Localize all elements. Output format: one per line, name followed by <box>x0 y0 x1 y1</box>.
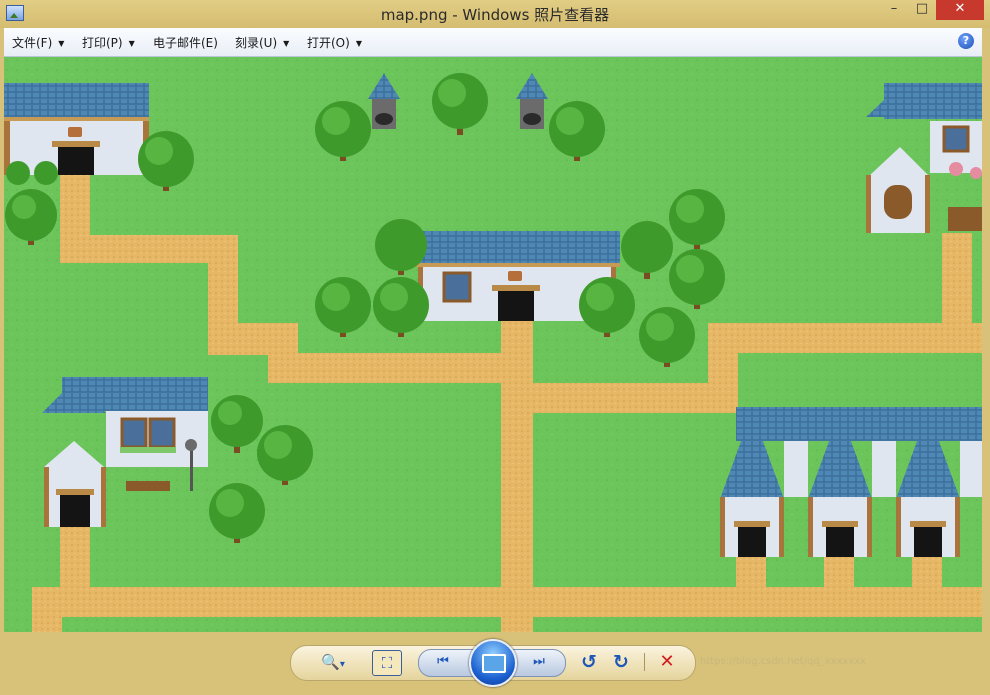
menu-burn-label: 刻录(U) <box>235 36 278 50</box>
previous-icon: ⏮ <box>437 654 449 669</box>
actual-size-icon: ⛶ <box>381 654 393 672</box>
help-icon[interactable]: ? <box>958 33 974 49</box>
chevron-down-icon: ▼ <box>283 39 290 48</box>
next-button[interactable]: ⏭ <box>524 650 554 674</box>
viewer-toolbar: 🔍▾ ⛶ ⏮ ⏭ ↺ ↻ ✕ https://blog.csdn.net/qq_… <box>0 633 990 695</box>
row-houses-bottom-right <box>720 407 982 557</box>
menu-file[interactable]: 文件(F) ▼ <box>12 34 64 51</box>
menu-email[interactable]: 电子邮件(E) <box>153 34 218 51</box>
zoom-button[interactable]: 🔍▾ <box>314 650 352 674</box>
delete-icon: ✕ <box>659 651 675 672</box>
menu-bar: 文件(F) ▼ 打印(P) ▼ 电子邮件(E) 刻录(U) ▼ 打开(O) ▼ ? <box>4 28 982 57</box>
watermark-text: https://blog.csdn.net/qq_xxxxxxx <box>700 656 867 667</box>
menu-file-label: 文件(F) <box>12 36 53 50</box>
menu-open[interactable]: 打开(O) ▼ <box>307 34 362 51</box>
chevron-down-icon: ▼ <box>128 39 135 48</box>
rotate-clockwise-icon: ↻ <box>613 651 629 673</box>
previous-button[interactable]: ⏮ <box>428 650 458 674</box>
menu-open-label: 打开(O) <box>307 36 350 50</box>
zoom-icon: 🔍 <box>321 653 340 671</box>
minimize-button[interactable]: – <box>880 0 908 20</box>
toolbar-divider <box>644 653 645 671</box>
slideshow-icon <box>482 654 506 673</box>
rotate-counterclockwise-icon: ↺ <box>581 651 597 673</box>
house-top-left <box>4 83 149 175</box>
next-icon: ⏭ <box>533 654 545 669</box>
rotate-counterclockwise-button[interactable]: ↺ <box>576 650 602 674</box>
menu-burn[interactable]: 刻录(U) ▼ <box>235 34 289 51</box>
actual-size-button[interactable]: ⛶ <box>372 650 402 676</box>
map-image <box>4 57 982 632</box>
maximize-button[interactable]: □ <box>908 0 936 20</box>
delete-button[interactable]: ✕ <box>654 650 680 674</box>
menu-email-label: 电子邮件(E) <box>153 36 218 50</box>
image-viewport <box>4 57 982 632</box>
title-bar: map.png - Windows 照片查看器 – □ ✕ <box>0 0 990 28</box>
chevron-down-icon: ▼ <box>58 39 65 48</box>
chevron-down-icon: ▼ <box>355 39 362 48</box>
chevron-down-icon: ▾ <box>339 659 345 670</box>
menu-print[interactable]: 打印(P) ▼ <box>82 34 135 51</box>
slideshow-button[interactable] <box>469 639 517 687</box>
close-button[interactable]: ✕ <box>936 0 984 20</box>
menu-print-label: 打印(P) <box>82 36 123 50</box>
window-title: map.png - Windows 照片查看器 <box>380 6 610 24</box>
rotate-clockwise-button[interactable]: ↻ <box>608 650 634 674</box>
